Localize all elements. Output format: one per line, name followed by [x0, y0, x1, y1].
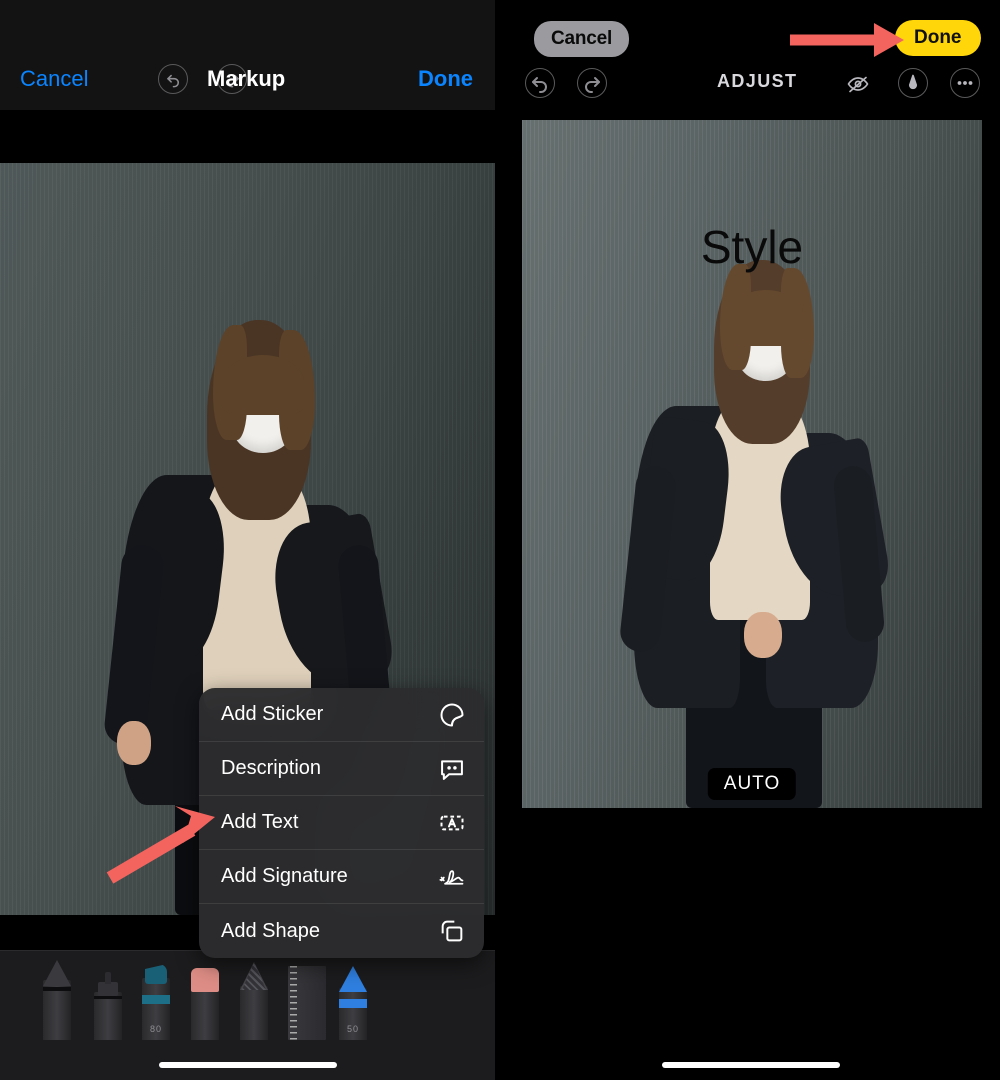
markup-bottom-strip: [0, 1040, 495, 1080]
shapes-icon: [432, 916, 466, 946]
undo-icon[interactable]: [158, 64, 188, 94]
photo-editor-panel: Style AUTO: [500, 0, 1000, 1080]
menu-item-label: Add Signature: [221, 865, 432, 888]
tool-pen[interactable]: [43, 962, 71, 1040]
ellipsis-icon[interactable]: [950, 68, 980, 98]
menu-item-add-text[interactable]: Add Text: [199, 796, 484, 850]
photo-text-overlay[interactable]: Style: [701, 220, 803, 274]
sticker-icon: [432, 700, 466, 730]
editor-cancel-button[interactable]: Cancel: [534, 21, 629, 57]
eye-slash-icon[interactable]: [842, 68, 874, 100]
markup-add-menu[interactable]: Add Sticker Description: [199, 688, 484, 958]
markup-done-button[interactable]: Done: [418, 66, 473, 92]
menu-item-label: Add Shape: [221, 920, 432, 943]
markup-tool-toolbar[interactable]: 80 50: [0, 950, 495, 1040]
markup-pen-icon[interactable]: [898, 68, 928, 98]
menu-item-description[interactable]: Description: [199, 742, 484, 796]
tool-pencil[interactable]: [240, 962, 268, 1040]
tool-eraser[interactable]: [191, 968, 219, 1040]
tool-highlighter[interactable]: 80: [142, 964, 170, 1040]
menu-item-label: Add Sticker: [221, 703, 432, 726]
tool-ruler[interactable]: [288, 966, 326, 1040]
signature-icon: [432, 862, 466, 892]
text-box-icon: [432, 808, 466, 838]
markup-panel: Cancel Markup Done: [0, 0, 495, 1080]
page-title: Markup: [207, 66, 285, 92]
markup-cancel-button[interactable]: Cancel: [20, 66, 88, 92]
menu-item-add-signature[interactable]: Add Signature: [199, 850, 484, 904]
menu-item-label: Add Text: [221, 811, 432, 834]
speech-bubble-icon: [432, 754, 466, 784]
undo-icon[interactable]: [525, 68, 555, 98]
tool-value-label: 80: [142, 1024, 170, 1034]
screenshot-root: Cancel Markup Done: [0, 0, 1000, 1080]
tool-fountain-pen[interactable]: 50: [339, 966, 367, 1040]
auto-badge: AUTO: [708, 768, 796, 800]
home-indicator[interactable]: [662, 1062, 840, 1068]
editor-mode-label: ADJUST: [717, 71, 797, 92]
home-indicator[interactable]: [159, 1062, 337, 1068]
editor-photo-preview[interactable]: Style AUTO: [522, 120, 982, 808]
tool-value-label: 50: [339, 1024, 367, 1034]
editor-done-button[interactable]: Done: [895, 20, 981, 56]
redo-icon[interactable]: [577, 68, 607, 98]
menu-item-add-shape[interactable]: Add Shape: [199, 904, 484, 958]
markup-header: Cancel Markup Done: [0, 0, 495, 110]
tool-marker[interactable]: [94, 975, 122, 1040]
menu-item-label: Description: [221, 757, 432, 780]
menu-item-add-sticker[interactable]: Add Sticker: [199, 688, 484, 742]
